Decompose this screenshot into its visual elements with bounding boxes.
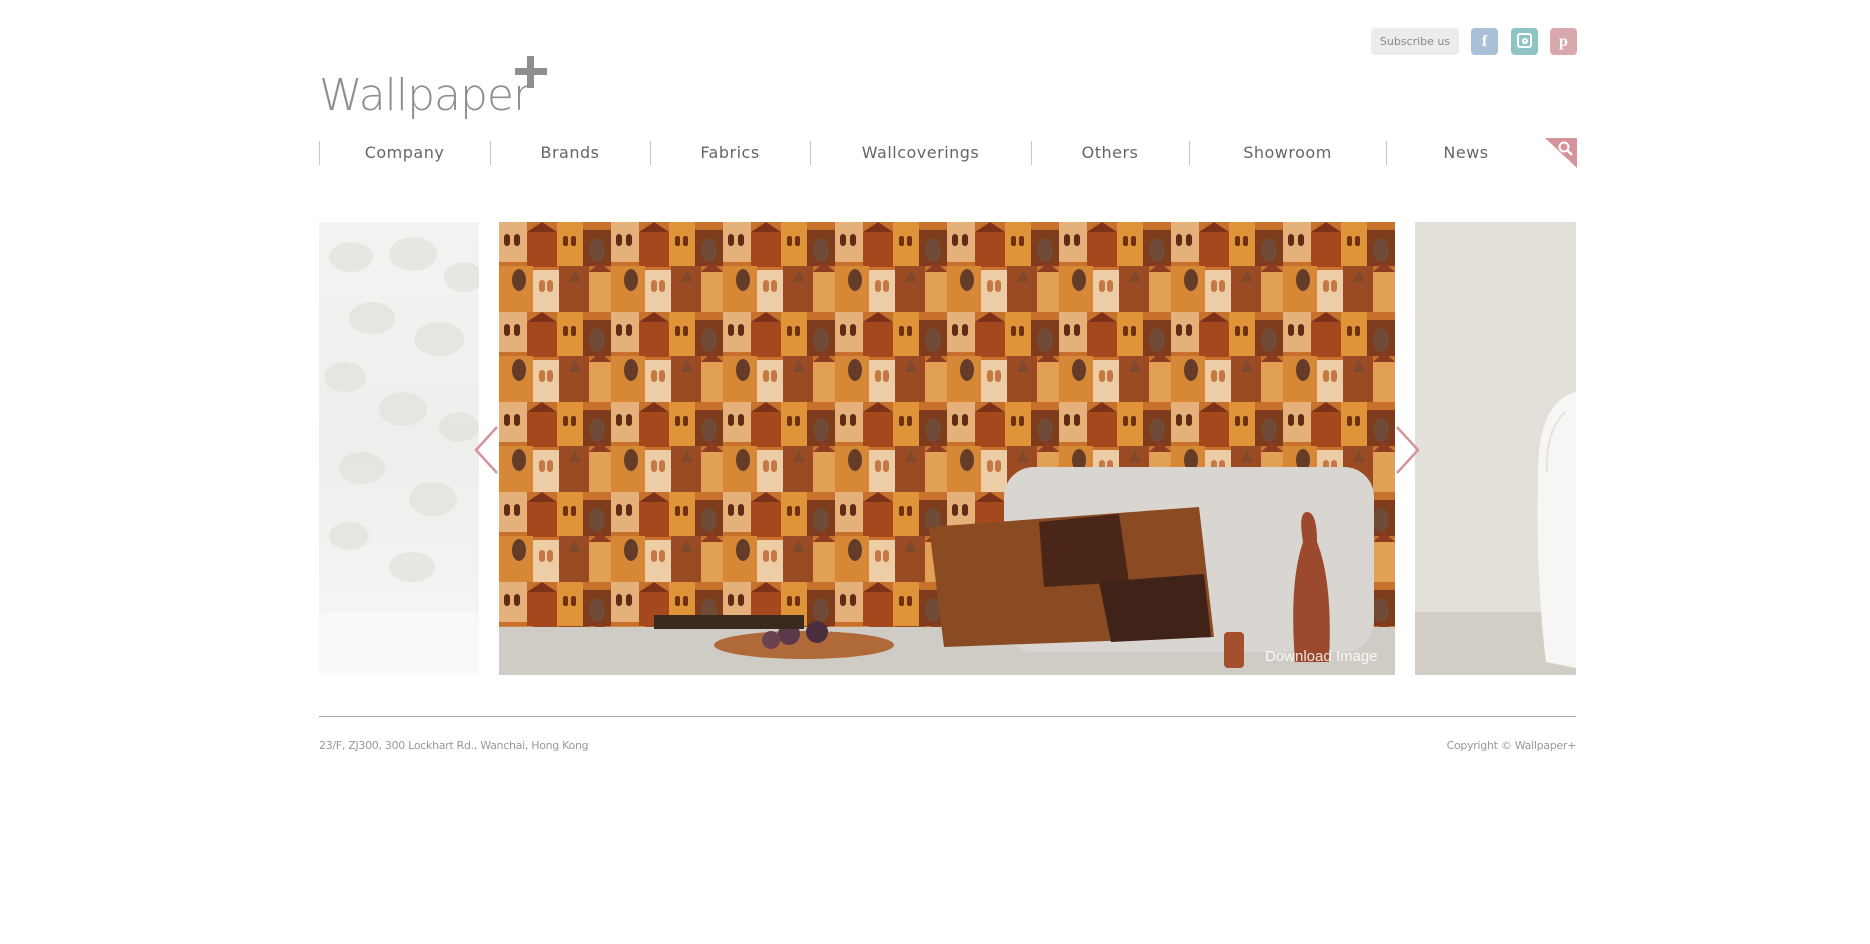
facebook-icon[interactable]: f	[1471, 28, 1498, 55]
subscribe-button[interactable]: Subscribe us	[1371, 28, 1459, 55]
site-logo[interactable]: Wallpaper	[319, 56, 549, 121]
footer-copyright: Copyright © Wallpaper+	[1446, 739, 1577, 752]
wallpaper-image	[1415, 222, 1576, 675]
chevron-left-icon[interactable]	[473, 425, 501, 475]
instagram-icon[interactable]	[1511, 28, 1538, 55]
nav-item-news[interactable]: News	[1386, 141, 1546, 165]
carousel-slide-current[interactable]	[499, 222, 1395, 675]
search-icon[interactable]	[1545, 138, 1577, 168]
nav-item-wallcoverings[interactable]: Wallcoverings	[810, 141, 1031, 165]
nav-item-company[interactable]: Company	[319, 141, 490, 165]
logo-plus-mark	[515, 56, 547, 88]
footer-address: 23/F, ZJ300, 300 Lockhart Rd., Wanchai, …	[319, 739, 589, 752]
logo-text: Wallpaper	[319, 70, 531, 121]
nav-item-fabrics[interactable]: Fabrics	[650, 141, 810, 165]
nav-item-brands[interactable]: Brands	[490, 141, 650, 165]
carousel-slide-previous[interactable]	[319, 222, 479, 675]
nav-item-showroom[interactable]: Showroom	[1189, 141, 1386, 165]
footer-divider	[319, 716, 1576, 717]
wallpaper-image	[499, 222, 1395, 675]
chevron-right-icon[interactable]	[1393, 425, 1421, 475]
carousel-slide-next[interactable]	[1415, 222, 1576, 675]
download-image-link[interactable]: Download Image	[1265, 648, 1378, 665]
pinterest-icon[interactable]: p	[1550, 28, 1577, 55]
nav-item-others[interactable]: Others	[1031, 141, 1189, 165]
page: Wallpaper Subscribe us f p Company Brand…	[0, 0, 1870, 944]
main-nav: Company Brands Fabrics Wallcoverings Oth…	[319, 141, 1543, 165]
